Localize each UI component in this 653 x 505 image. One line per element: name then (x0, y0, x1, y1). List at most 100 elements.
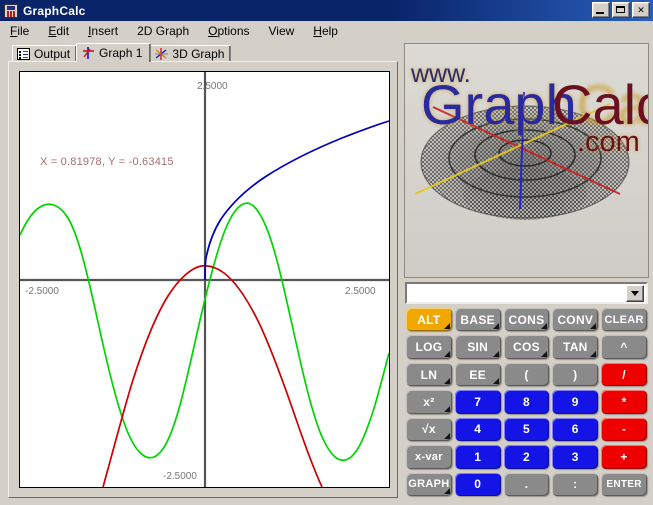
key-label: 0 (474, 477, 482, 492)
key-label: 5 (523, 422, 530, 437)
key-sqrt[interactable]: √x (406, 417, 452, 442)
key-1[interactable]: 1 (454, 445, 501, 469)
key-label: ALT (417, 312, 441, 327)
key-cons[interactable]: CONS (503, 308, 550, 332)
key-label: CONV (557, 312, 594, 327)
key-label: SIN (467, 340, 489, 355)
key-label: + (620, 449, 628, 464)
menu-bar: File Edit Insert 2D Graph Options View H… (0, 21, 653, 40)
key-sin[interactable]: SIN (454, 335, 501, 359)
key-base[interactable]: BASE (454, 308, 501, 332)
key-open-paren[interactable]: ( (503, 362, 550, 387)
key-5[interactable]: 5 (503, 417, 550, 442)
key-label: 1 (474, 449, 482, 464)
menu-edit[interactable]: Edit (46, 23, 71, 39)
corner-marker (443, 323, 450, 330)
key-label: ENTER (606, 478, 642, 490)
key-plus[interactable]: + (601, 445, 647, 469)
key-tan[interactable]: TAN (552, 335, 599, 359)
key-2[interactable]: 2 (503, 445, 550, 469)
key-ln[interactable]: LN (406, 362, 452, 387)
key-minus[interactable]: - (601, 417, 647, 442)
title-bar: GraphCalc ✕ (0, 0, 653, 21)
key-label: BASE (460, 312, 495, 327)
corner-marker (492, 378, 499, 385)
key-label: COS (513, 340, 540, 355)
key-label: ^ (620, 340, 628, 355)
output-list-icon (17, 48, 30, 60)
key-4[interactable]: 4 (454, 417, 501, 442)
logo-artwork: www. GraphCalc .com www. Graph Calc .com (410, 60, 648, 220)
key-square[interactable]: x² (406, 390, 452, 414)
key-clear[interactable]: CLEAR (601, 308, 647, 332)
key-close-paren[interactable]: ) (552, 362, 599, 387)
key-power[interactable]: ^ (601, 335, 647, 359)
key-label: CONS (508, 312, 545, 327)
tab-3d-graph-label: 3D Graph (172, 47, 225, 61)
key-label: * (621, 394, 627, 409)
corner-marker (590, 323, 597, 330)
graph-axes-icon (82, 47, 95, 59)
tab-output-label: Output (34, 47, 71, 61)
tab-output[interactable]: Output (12, 45, 78, 62)
3d-starburst-icon (155, 48, 169, 60)
key-decimal[interactable]: . (503, 472, 550, 496)
corner-marker (443, 488, 450, 494)
menu-view[interactable]: View (267, 23, 297, 39)
key-label: - (621, 422, 627, 437)
corner-marker (443, 405, 450, 412)
menu-file[interactable]: File (8, 23, 31, 39)
key-label: √x (421, 422, 436, 437)
plot-area[interactable]: X = 0.81978, Y = -0.63415 2.5000 -2.5000… (19, 71, 390, 488)
key-6[interactable]: 6 (552, 417, 599, 442)
key-log[interactable]: LOG (406, 335, 452, 359)
calculator-keypad: ALT BASE CONS CONV CLEAR LOG SIN COS TAN… (406, 308, 647, 496)
key-enter[interactable]: ENTER (601, 472, 647, 496)
right-panel: www. GraphCalc .com www. Graph Calc .com… (404, 43, 649, 498)
y-axis-min-label: -2.5000 (163, 471, 197, 482)
key-9[interactable]: 9 (552, 390, 599, 414)
maximize-button[interactable] (612, 2, 630, 18)
menu-help[interactable]: Help (311, 23, 340, 39)
key-alt[interactable]: ALT (406, 308, 452, 332)
key-label: x² (423, 394, 435, 409)
menu-options[interactable]: Options (206, 23, 251, 39)
key-cos[interactable]: COS (503, 335, 550, 359)
key-multiply[interactable]: * (601, 390, 647, 414)
key-ee[interactable]: EE (454, 362, 501, 387)
key-label: : (573, 477, 578, 492)
coordinate-readout: X = 0.81978, Y = -0.63415 (40, 156, 174, 168)
tab-graph-1-label: Graph 1 (99, 46, 143, 60)
chevron-down-icon[interactable] (626, 284, 644, 302)
expression-combo[interactable] (405, 282, 648, 304)
close-button[interactable]: ✕ (632, 2, 650, 18)
key-7[interactable]: 7 (454, 390, 501, 414)
key-graph[interactable]: GRAPH (406, 472, 452, 496)
plot-canvas (20, 72, 389, 487)
key-divide[interactable]: / (601, 362, 647, 387)
key-label: / (622, 367, 626, 382)
logo-com: .com (577, 126, 640, 158)
key-label: 2 (523, 449, 530, 464)
tab-strip: Output Graph 1 3D Graph (12, 43, 252, 62)
curve-red (102, 264, 323, 487)
key-colon[interactable]: : (552, 472, 599, 496)
menu-2d-graph[interactable]: 2D Graph (135, 23, 191, 39)
key-8[interactable]: 8 (503, 390, 550, 414)
key-label: 9 (571, 394, 579, 409)
tab-3d-graph[interactable]: 3D Graph (150, 45, 232, 62)
key-label: TAN (562, 340, 588, 355)
key-3[interactable]: 3 (552, 445, 599, 469)
key-label: x-var (415, 450, 443, 463)
menu-insert[interactable]: Insert (86, 23, 120, 39)
minimize-button[interactable] (592, 2, 610, 18)
corner-marker (443, 350, 450, 357)
key-0[interactable]: 0 (454, 472, 501, 496)
calculator-icon (4, 3, 18, 18)
tab-graph-1[interactable]: Graph 1 (76, 43, 152, 62)
key-label: CLEAR (604, 313, 644, 326)
key-label: . (524, 477, 529, 492)
key-conv[interactable]: CONV (552, 308, 599, 332)
corner-marker (590, 350, 597, 357)
key-x-var[interactable]: x-var (406, 445, 452, 469)
